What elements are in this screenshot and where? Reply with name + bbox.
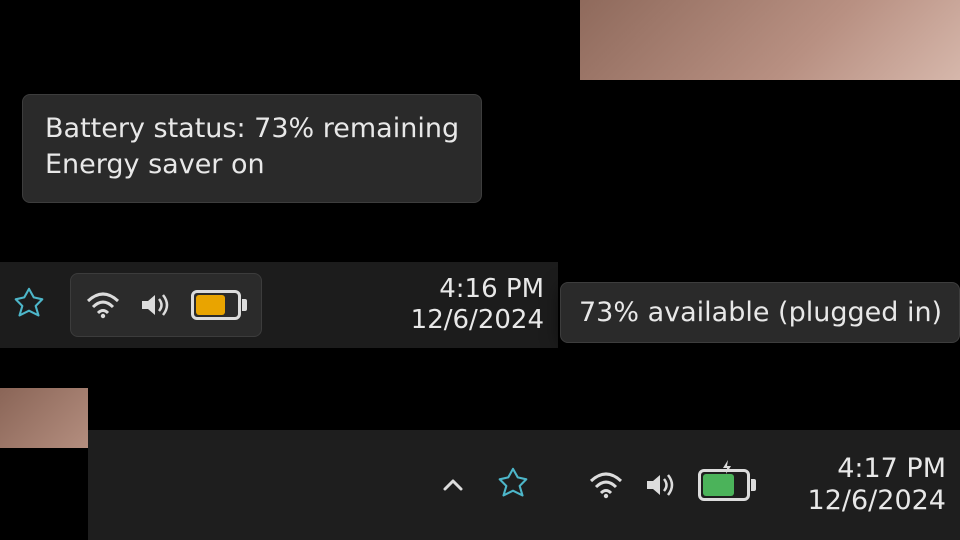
battery-tip-icon [242,299,247,311]
taskbar-clock[interactable]: 4:17 PM 12/6/2024 [808,453,946,518]
tooltip-line: Energy saver on [45,147,459,183]
battery-tooltip-energy-saver: Battery status: 73% remaining Energy sav… [22,94,482,203]
taskbar-clock[interactable]: 4:16 PM 12/6/2024 [411,274,544,336]
copilot-icon[interactable] [8,284,50,326]
system-tray[interactable] [574,459,770,511]
clock-date: 12/6/2024 [411,305,544,336]
tooltip-line: 73% available (plugged in) [579,297,942,328]
tooltip-line: Battery status: 73% remaining [45,111,459,147]
wallpaper-patch-top [580,0,960,80]
copilot-icon[interactable] [492,464,534,506]
battery-tip-icon [751,479,756,491]
volume-icon[interactable] [139,290,173,320]
battery-icon[interactable] [191,290,247,320]
battery-fill-icon [196,295,225,315]
show-hidden-icons-button[interactable] [438,470,468,500]
wifi-icon[interactable] [588,471,624,499]
battery-tooltip-plugged-in: 73% available (plugged in) [560,282,960,343]
system-tray[interactable] [70,273,262,337]
clock-time: 4:16 PM [411,274,544,305]
volume-icon[interactable] [644,470,678,500]
wallpaper-patch-bottom [0,388,88,448]
charging-bolt-icon [719,459,735,479]
taskbar-plugged-in: 4:17 PM 12/6/2024 [88,430,960,540]
clock-time: 4:17 PM [808,453,946,485]
clock-date: 12/6/2024 [808,485,946,517]
battery-charging-icon[interactable] [698,469,756,501]
wifi-icon[interactable] [85,291,121,319]
taskbar-energy-saver: 4:16 PM 12/6/2024 [0,262,558,348]
